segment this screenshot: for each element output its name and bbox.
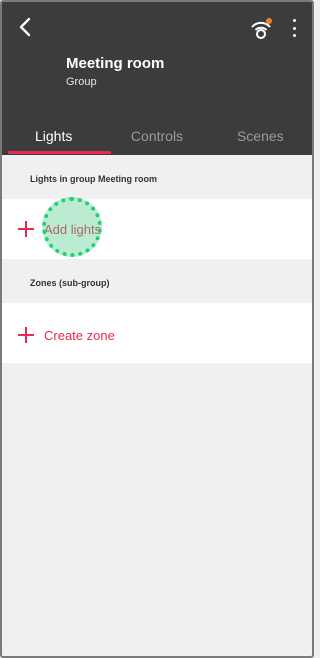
plus-icon bbox=[18, 327, 34, 343]
active-tab-indicator bbox=[8, 151, 111, 154]
back-button[interactable] bbox=[14, 16, 36, 38]
bridge-status-button[interactable] bbox=[248, 16, 274, 42]
tab-controls[interactable]: Controls bbox=[105, 124, 208, 155]
page-title: Meeting room bbox=[66, 55, 165, 72]
phone-frame: Meeting room Group Lights Controls Scene… bbox=[0, 0, 314, 658]
page-subtitle: Group bbox=[66, 76, 97, 88]
wifi-bridge-icon bbox=[251, 18, 272, 39]
app-header: Meeting room Group Lights Controls Scene… bbox=[2, 2, 312, 155]
plus-icon bbox=[18, 221, 34, 237]
create-zone-button[interactable]: Create zone bbox=[2, 303, 312, 363]
zones-section-header: Zones (sub-group) bbox=[2, 261, 312, 301]
create-zone-label: Create zone bbox=[44, 328, 115, 343]
tap-indicator bbox=[42, 197, 102, 257]
lights-section-header: Lights in group Meeting room bbox=[2, 157, 312, 197]
tab-scenes[interactable]: Scenes bbox=[209, 124, 312, 155]
more-vertical-icon bbox=[292, 19, 296, 22]
chevron-left-icon bbox=[19, 17, 31, 37]
more-options-button[interactable] bbox=[286, 16, 302, 40]
